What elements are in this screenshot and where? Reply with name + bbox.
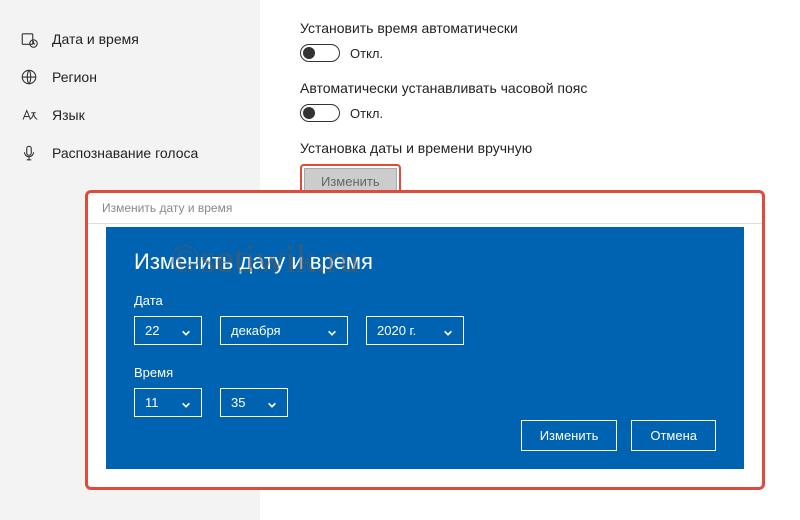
sidebar-item-speech[interactable]: Распознавание голоса (0, 134, 260, 172)
language-icon (20, 106, 38, 124)
month-value: декабря (231, 323, 281, 338)
day-value: 22 (145, 323, 159, 338)
chevron-down-icon (443, 326, 453, 336)
toggle-row: Откл. (300, 104, 780, 122)
toggle-row: Откл. (300, 44, 780, 62)
toggle-auto-timezone[interactable] (300, 104, 340, 122)
date-picker-row: 22 декабря 2020 г. (134, 316, 716, 345)
setting-auto-timezone: Автоматически устанавливать часовой пояс… (300, 80, 780, 122)
hour-picker[interactable]: 11 (134, 388, 202, 417)
chevron-down-icon (267, 398, 277, 408)
sidebar-item-label: Распознавание голоса (52, 145, 198, 161)
sidebar-item-label: Дата и время (52, 31, 139, 47)
year-picker[interactable]: 2020 г. (366, 316, 464, 345)
setting-label: Установить время автоматически (300, 20, 780, 36)
microphone-icon (20, 144, 38, 162)
setting-label: Автоматически устанавливать часовой пояс (300, 80, 780, 96)
hour-value: 11 (145, 395, 159, 410)
time-picker-row: 11 35 (134, 388, 716, 417)
dialog-body: Изменить дату и время Дата 22 декабря 20… (106, 227, 744, 469)
date-label: Дата (134, 293, 716, 308)
toggle-state: Откл. (350, 106, 383, 121)
minute-value: 35 (231, 395, 245, 410)
dialog-change-button[interactable]: Изменить (521, 420, 618, 451)
chevron-down-icon (181, 398, 191, 408)
sidebar-item-language[interactable]: Язык (0, 96, 260, 134)
toggle-state: Откл. (350, 46, 383, 61)
sidebar-item-label: Язык (52, 107, 85, 123)
minute-picker[interactable]: 35 (220, 388, 288, 417)
sidebar-item-label: Регион (52, 69, 97, 85)
month-picker[interactable]: декабря (220, 316, 348, 345)
time-label: Время (134, 365, 716, 380)
calendar-clock-icon (20, 30, 38, 48)
dialog-heading: Изменить дату и время (134, 249, 716, 275)
sidebar-item-region[interactable]: Регион (0, 58, 260, 96)
chevron-down-icon (181, 326, 191, 336)
chevron-down-icon (327, 326, 337, 336)
dialog-titlebar: Изменить дату и время (88, 193, 762, 224)
setting-label: Установка даты и времени вручную (300, 140, 780, 156)
globe-icon (20, 68, 38, 86)
setting-auto-time: Установить время автоматически Откл. (300, 20, 780, 62)
dialog-cancel-button[interactable]: Отмена (631, 420, 716, 451)
dialog-actions: Изменить Отмена (521, 420, 716, 451)
day-picker[interactable]: 22 (134, 316, 202, 345)
year-value: 2020 г. (377, 323, 416, 338)
sidebar-item-date-time[interactable]: Дата и время (0, 20, 260, 58)
toggle-auto-time[interactable] (300, 44, 340, 62)
change-datetime-dialog: Изменить дату и время Изменить дату и вр… (85, 190, 765, 490)
